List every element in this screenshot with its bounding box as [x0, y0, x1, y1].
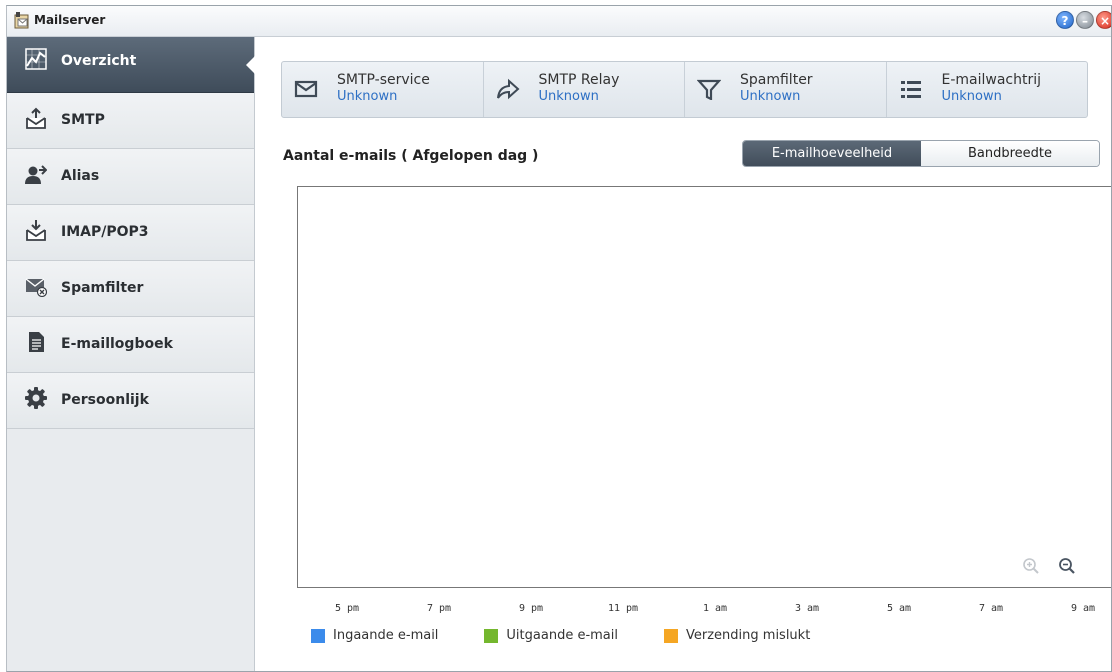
status-smtp-service: SMTP-service Unknown — [282, 62, 484, 117]
help-button[interactable]: ? — [1056, 11, 1074, 29]
status-name: SMTP-service — [337, 72, 430, 88]
x-tick-label: 5 pm — [334, 603, 360, 614]
sidebar-item-e-maillogboek[interactable]: E-maillogboek — [7, 317, 254, 373]
x-tick-label: 5 am — [886, 603, 912, 614]
status-smtp-relay: SMTP Relay Unknown — [484, 62, 685, 117]
chart-tabs: E-mailhoeveelheid Bandbreedte — [742, 140, 1100, 167]
title-bar[interactable]: Mailserver ? – × — [7, 6, 1111, 37]
window-title: Mailserver — [34, 13, 106, 27]
x-tick-label: 1 am — [702, 603, 728, 614]
forward-arrow-icon — [496, 78, 520, 100]
legend-item[interactable]: Verzending mislukt — [664, 628, 810, 643]
minimize-button[interactable]: – — [1076, 11, 1094, 29]
x-tick-label: 9 pm — [518, 603, 544, 614]
sidebar-item-label: Overzicht — [61, 53, 137, 69]
legend-label: Verzending mislukt — [686, 628, 811, 643]
x-tick-label: 11 pm — [607, 603, 639, 614]
legend-item[interactable]: Ingaande e-mail — [311, 628, 438, 643]
legend-label: Uitgaande e-mail — [506, 628, 618, 643]
sidebar-item-smtp[interactable]: SMTP — [7, 93, 254, 149]
chart-icon — [25, 48, 47, 70]
x-axis-ticks: 5 pm 7 pm 9 pm 11 pm 1 am 3 am 5 am 7 am 9 am — [297, 603, 1111, 617]
chart-section-title: Aantal e-mails ( Afgelopen dag ) — [283, 148, 539, 164]
status-value: Unknown — [337, 89, 398, 104]
mailserver-window: Mailserver ? – × Overzicht SMTP Alias IM… — [6, 5, 1112, 672]
app-icon — [14, 12, 29, 29]
tab-e-mailhoeveelheid[interactable]: E-mailhoeveelheid — [743, 141, 921, 166]
legend-swatch — [484, 628, 499, 643]
tab-bandbreedte[interactable]: Bandbreedte — [921, 141, 1099, 166]
status-value: Unknown — [941, 89, 1002, 104]
sidebar-item-persoonlijk[interactable]: Persoonlijk — [7, 373, 254, 429]
sidebar-item-spamfilter[interactable]: Spamfilter — [7, 261, 254, 317]
chart-plot-area[interactable] — [297, 186, 1111, 588]
x-tick-label: 7 am — [978, 603, 1004, 614]
status-bar: SMTP-service Unknown SMTP Relay Unknown … — [281, 61, 1088, 118]
sidebar-item-imap-pop3[interactable]: IMAP/POP3 — [7, 205, 254, 261]
zoom-out-icon[interactable] — [1058, 557, 1076, 575]
sidebar-item-label: Alias — [61, 168, 100, 184]
main-panel: SMTP-service Unknown SMTP Relay Unknown … — [255, 37, 1111, 671]
legend-label: Ingaande e-mail — [333, 628, 439, 643]
list-icon — [900, 81, 921, 98]
gear-icon — [25, 387, 47, 409]
window-controls: ? – × — [1056, 11, 1111, 29]
status-spamfilter: Spamfilter Unknown — [685, 62, 887, 117]
spam-mail-icon — [25, 278, 47, 297]
status-value: Unknown — [538, 89, 599, 104]
sidebar-item-label: IMAP/POP3 — [61, 224, 149, 240]
status-name: E-mailwachtrij — [941, 72, 1042, 88]
document-icon — [29, 332, 44, 352]
sidebar-item-overzicht[interactable]: Overzicht — [7, 37, 255, 93]
zoom-in-icon[interactable] — [1022, 557, 1040, 575]
sidebar-item-label: E-maillogboek — [61, 336, 173, 352]
sidebar-item-label: SMTP — [61, 112, 105, 128]
status-name: SMTP Relay — [538, 72, 620, 88]
legend-swatch — [311, 628, 325, 643]
sidebar: Overzicht SMTP Alias IMAP/POP3 Spamfilte… — [7, 37, 255, 671]
status-e-mailwachtrij: E-mailwachtrij Unknown — [887, 62, 1088, 117]
close-button[interactable]: × — [1096, 11, 1111, 29]
sidebar-item-label: Spamfilter — [61, 280, 144, 296]
x-tick-label: 7 pm — [426, 603, 452, 614]
x-tick-label: 9 am — [1070, 603, 1096, 614]
legend-item[interactable]: Uitgaande e-mail — [484, 628, 618, 643]
user-forward-icon — [25, 165, 47, 184]
legend-swatch — [664, 628, 678, 643]
envelope-icon — [294, 80, 318, 98]
sidebar-item-label: Persoonlijk — [61, 392, 149, 408]
x-tick-label: 3 am — [794, 603, 820, 614]
active-indicator — [246, 56, 255, 74]
chart-legend: Ingaande e-mail Uitgaande e-mail Verzendin… — [311, 628, 856, 643]
mail-upload-icon — [26, 107, 46, 129]
mail-download-icon — [26, 220, 46, 241]
filter-icon — [697, 79, 721, 100]
status-value: Unknown — [740, 89, 801, 104]
status-name: Spamfilter — [740, 72, 813, 88]
sidebar-item-alias[interactable]: Alias — [7, 149, 254, 205]
